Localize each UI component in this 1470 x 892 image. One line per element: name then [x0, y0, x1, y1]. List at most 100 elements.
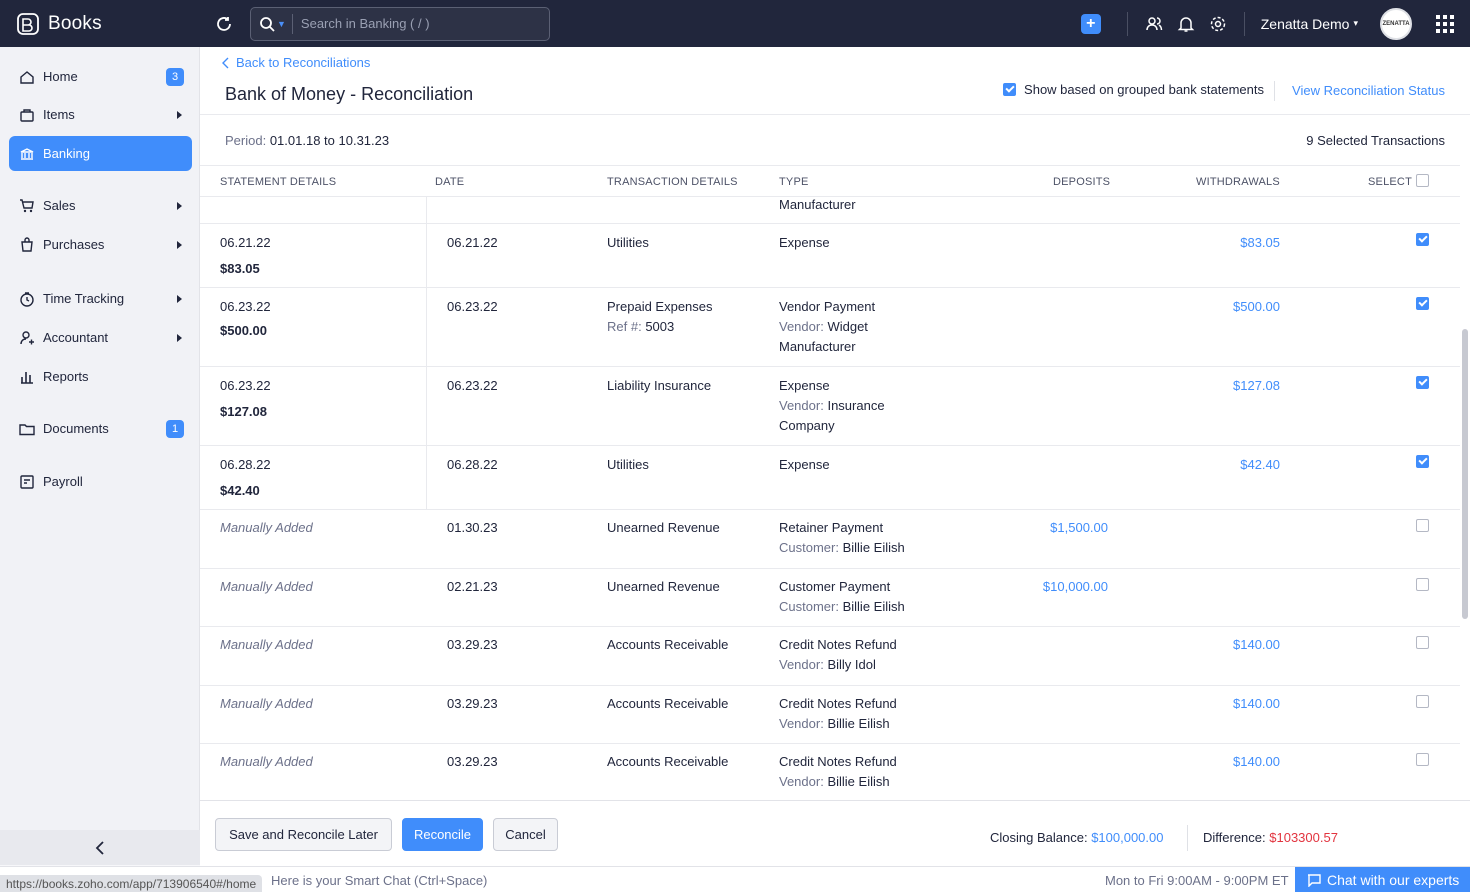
bell-icon[interactable] — [1177, 15, 1195, 33]
withdrawal-amount[interactable]: $83.05 — [1130, 233, 1280, 253]
transaction-type: Credit Notes Refund Vendor: Billie Eilis… — [779, 752, 897, 792]
column-header-statement: STATEMENT DETAILS — [220, 176, 337, 188]
back-link-label: Back to Reconciliations — [236, 55, 371, 70]
deposit-amount[interactable]: $1,500.00 — [958, 518, 1108, 538]
quick-create-button[interactable]: + — [1080, 13, 1101, 34]
row-select-checkbox[interactable] — [1416, 753, 1429, 766]
avatar-logo: ZENATTA — [1382, 20, 1410, 27]
statement-details: 06.21.22 $83.05 — [220, 233, 271, 279]
sidebar-item-label: Banking — [43, 146, 90, 161]
sidebar-item-payroll[interactable]: Payroll — [9, 464, 192, 499]
back-to-reconciliations-link[interactable]: Back to Reconciliations — [222, 55, 370, 70]
party-label: Vendor: — [779, 657, 824, 672]
avatar[interactable]: ZENATTA — [1380, 7, 1412, 40]
smart-chat-prompt[interactable]: Here is your Smart Chat (Ctrl+Space) — [271, 873, 487, 888]
save-and-reconcile-later-button[interactable]: Save and Reconcile Later — [215, 818, 392, 851]
transaction-type: Credit Notes Refund Vendor: Billie Eilis… — [779, 694, 897, 734]
sidebar-item-accountant[interactable]: Accountant — [9, 320, 192, 355]
manually-added-label: Manually Added — [220, 637, 313, 652]
statement-amount: $500.00 — [220, 323, 267, 338]
withdrawal-amount[interactable]: $127.08 — [1130, 376, 1280, 396]
sidebar-item-label: Time Tracking — [43, 291, 125, 306]
closing-balance-value: $100,000.00 — [1091, 830, 1164, 845]
recent-activity-icon[interactable] — [214, 14, 234, 34]
sidebar-item-banking[interactable]: Banking — [9, 136, 192, 171]
sidebar-item-items[interactable]: Items — [9, 97, 192, 132]
divider — [1274, 81, 1275, 101]
party-label: Vendor: — [779, 319, 824, 334]
column-header-transaction: TRANSACTION DETAILS — [607, 176, 738, 188]
type-label: Expense — [779, 378, 830, 393]
divider — [426, 288, 427, 367]
grouped-statements-checkbox[interactable] — [1003, 83, 1017, 96]
statement-amount: $83.05 — [220, 261, 260, 276]
select-all-checkbox[interactable] — [1416, 174, 1429, 187]
row-select-checkbox[interactable] — [1416, 636, 1429, 649]
chevron-right-icon — [177, 201, 182, 210]
gear-icon[interactable] — [1209, 15, 1227, 33]
chevron-right-icon — [177, 240, 182, 249]
manually-added-label: Manually Added — [220, 754, 313, 769]
app-grid-icon[interactable] — [1436, 14, 1454, 33]
brand[interactable]: Books — [0, 0, 200, 47]
row-select-checkbox[interactable] — [1416, 455, 1429, 468]
transaction-date: 02.21.23 — [447, 579, 498, 594]
party-label: Customer: — [779, 599, 839, 614]
deposit-amount[interactable]: $10,000.00 — [958, 577, 1108, 597]
party-label: Vendor: — [779, 774, 824, 789]
sidebar-item-purchases[interactable]: Purchases — [9, 227, 192, 262]
view-reconciliation-status-link[interactable]: View Reconciliation Status — [1292, 83, 1445, 98]
vertical-scrollbar[interactable] — [1462, 329, 1468, 619]
table-row: 06.21.22 $83.05 06.21.22 Utilities Expen… — [200, 224, 1460, 288]
row-select-checkbox[interactable] — [1416, 519, 1429, 532]
search-input[interactable] — [300, 16, 531, 31]
reconcile-button[interactable]: Reconcile — [402, 818, 483, 851]
sidebar-item-label: Home — [43, 69, 78, 84]
transaction-details: Unearned Revenue — [607, 579, 720, 594]
divider — [426, 224, 427, 288]
row-select-checkbox[interactable] — [1416, 233, 1429, 246]
divider — [1187, 825, 1188, 851]
items-icon — [20, 108, 34, 122]
sidebar-item-reports[interactable]: Reports — [9, 359, 192, 394]
row-select-checkbox[interactable] — [1416, 578, 1429, 591]
bank-icon — [20, 147, 34, 160]
withdrawal-amount[interactable]: $140.00 — [1130, 752, 1280, 772]
row-select-checkbox[interactable] — [1416, 695, 1429, 708]
sidebar-item-label: Accountant — [43, 330, 109, 345]
chevron-down-icon: ▾ — [1353, 18, 1358, 28]
transaction-type: Customer Payment Customer: Billie Eilish — [779, 577, 905, 617]
users-icon[interactable] — [1145, 15, 1163, 33]
type-label: Vendor Payment — [779, 299, 876, 314]
sidebar-item-label: Reports — [43, 369, 89, 384]
sidebar-item-documents[interactable]: Documents 1 — [9, 411, 192, 446]
closing-balance-label: Closing Balance: — [990, 830, 1088, 845]
column-header-deposits: DEPOSITS — [1053, 176, 1111, 188]
type-label: Credit Notes Refund — [779, 637, 897, 652]
chevron-right-icon — [177, 333, 182, 342]
sidebar-collapse-button[interactable] — [0, 830, 200, 865]
global-search[interactable]: ▼ — [250, 6, 550, 41]
grouped-statements-toggle[interactable]: Show based on grouped bank statements — [1003, 82, 1264, 97]
party-label: Vendor: — [779, 716, 824, 731]
withdrawal-amount[interactable]: $42.40 — [1130, 455, 1280, 475]
party-name-continued: Company — [779, 418, 835, 433]
row-select-checkbox[interactable] — [1416, 376, 1429, 389]
withdrawal-amount[interactable]: $500.00 — [1130, 297, 1280, 317]
transaction-date: 03.29.23 — [447, 696, 498, 711]
cancel-button[interactable]: Cancel — [493, 818, 558, 851]
sidebar-item-home[interactable]: Home 3 — [9, 59, 192, 94]
withdrawal-amount[interactable]: $140.00 — [1130, 694, 1280, 714]
party-name-continued: Manufacturer — [779, 339, 856, 354]
sidebar-item-label: Purchases — [43, 237, 105, 252]
sidebar-item-time-tracking[interactable]: Time Tracking — [9, 281, 192, 316]
org-switcher[interactable]: Zenatta Demo ▾ — [1261, 16, 1358, 32]
search-icon[interactable] — [259, 16, 275, 32]
difference-label: Difference: — [1203, 830, 1266, 845]
chat-with-experts-button[interactable]: Chat with our experts — [1295, 867, 1470, 892]
row-select-checkbox[interactable] — [1416, 297, 1429, 310]
sidebar-item-sales[interactable]: Sales — [9, 188, 192, 223]
withdrawal-amount[interactable]: $140.00 — [1130, 635, 1280, 655]
party-name: Billie Eilish — [842, 599, 905, 614]
chevron-down-icon[interactable]: ▼ — [277, 19, 286, 29]
